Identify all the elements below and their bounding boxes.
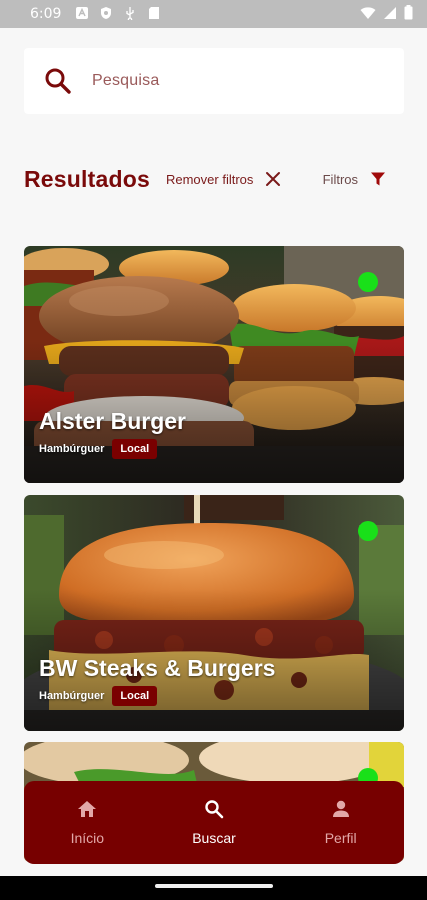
results-title: Resultados <box>24 165 150 192</box>
battery-icon <box>404 5 413 23</box>
online-status-dot <box>358 521 378 541</box>
nav-label-home: Início <box>70 830 105 846</box>
restaurant-card[interactable]: Alster Burger Hambúrguer Local <box>24 246 404 483</box>
wifi-icon <box>360 6 376 23</box>
status-time: 6:09 <box>30 6 62 22</box>
restaurant-category: Hambúrguer <box>39 443 105 455</box>
results-header: Resultados Remover filtros Filtros <box>24 162 404 196</box>
nav-label-search: Buscar <box>192 830 236 846</box>
restaurant-name: BW Steaks & Burgers <box>39 655 276 681</box>
restaurant-meta: Hambúrguer Local <box>39 439 158 459</box>
online-status-dot <box>358 272 378 292</box>
status-bar: 6:09 <box>0 0 427 28</box>
remove-filters-label: Remover filtros <box>165 171 254 187</box>
person-icon <box>332 800 349 817</box>
search-placeholder: Pesquisa <box>92 72 160 89</box>
filters-label: Filtros <box>322 171 358 187</box>
restaurant-name: Alster Burger <box>39 408 186 434</box>
restaurant-category: Hambúrguer <box>39 690 105 702</box>
home-icon <box>78 801 97 817</box>
system-navigation-bar <box>0 876 427 900</box>
bottom-navigation: Início Buscar Perfil <box>24 781 404 864</box>
home-gesture-handle[interactable] <box>155 884 273 888</box>
restaurant-tag: Local <box>112 686 158 706</box>
nav-item-search[interactable]: Buscar <box>151 781 278 864</box>
shield-icon <box>99 6 113 23</box>
nav-item-home[interactable]: Início <box>24 781 151 864</box>
filters-button[interactable]: Filtros <box>323 171 386 187</box>
close-icon <box>266 172 281 186</box>
remove-filters-button[interactable]: Remover filtros <box>166 171 281 187</box>
restaurant-meta: Hambúrguer Local <box>39 686 158 706</box>
search-icon <box>45 68 71 94</box>
sd-card-icon <box>147 6 161 23</box>
restaurant-card[interactable]: BW Steaks & Burgers Hambúrguer Local <box>24 495 404 731</box>
search-icon <box>205 800 224 819</box>
nav-item-profile[interactable]: Perfil <box>277 781 404 864</box>
a-notification-icon <box>75 6 89 23</box>
usb-icon <box>123 6 137 23</box>
restaurant-tag: Local <box>112 439 158 459</box>
filter-icon <box>371 172 385 186</box>
nav-label-profile: Perfil <box>324 830 357 846</box>
signal-icon <box>383 6 397 23</box>
search-input[interactable]: Pesquisa <box>24 48 404 114</box>
